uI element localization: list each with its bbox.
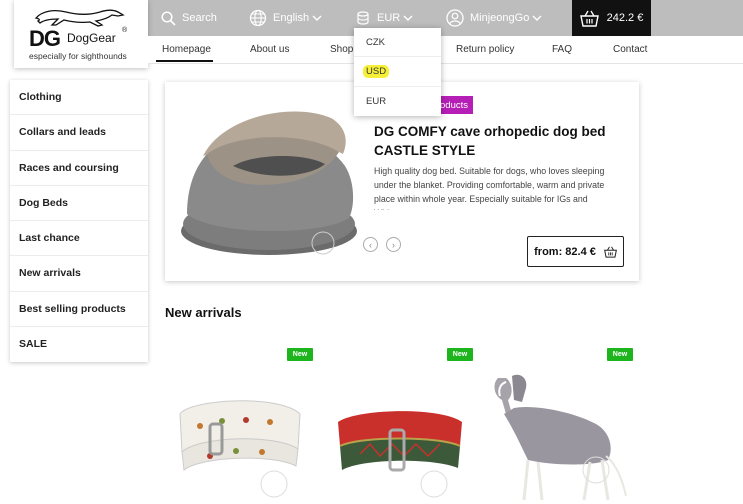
language-label: English bbox=[273, 12, 310, 24]
brand-mark: DG bbox=[29, 26, 61, 51]
category-sidebar: Clothing Collars and leads Races and cou… bbox=[10, 80, 148, 362]
chevron-right-icon: › bbox=[392, 239, 395, 250]
top-bar: Search English EUR MinjeongGo bbox=[148, 0, 743, 36]
new-badge: New bbox=[447, 348, 473, 361]
logo[interactable]: DG DogGear ® especially for sighthounds bbox=[14, 0, 148, 68]
chevron-down-icon bbox=[312, 15, 322, 21]
nav-contact[interactable]: Contact bbox=[613, 44, 647, 55]
currency-option-label: EUR bbox=[366, 95, 387, 107]
nav-faq[interactable]: FAQ bbox=[552, 44, 572, 55]
chevron-left-icon: ‹ bbox=[369, 239, 372, 250]
product-image-dog-coat[interactable] bbox=[484, 374, 634, 504]
category-last-chance[interactable]: Last chance bbox=[10, 221, 148, 257]
nav-active-indicator bbox=[156, 60, 213, 62]
product-image-collar-pattern[interactable] bbox=[170, 374, 310, 504]
category-best-selling[interactable]: Best selling products bbox=[10, 292, 148, 327]
brand-tagline: especially for sighthounds bbox=[29, 51, 127, 61]
chevron-down-icon bbox=[403, 15, 413, 21]
basket-icon bbox=[603, 246, 617, 258]
category-races-and-coursing[interactable]: Races and coursing bbox=[10, 151, 148, 186]
currency-label: EUR bbox=[377, 12, 401, 24]
new-badge: New bbox=[607, 348, 633, 361]
basket-icon bbox=[579, 10, 599, 27]
category-dog-beds[interactable]: Dog Beds bbox=[10, 186, 148, 221]
new-badge: New bbox=[287, 348, 313, 361]
product-title[interactable]: DG COMFY cave orhopedic dog bed CASTLE S… bbox=[374, 122, 629, 160]
category-clothing[interactable]: Clothing bbox=[10, 80, 148, 116]
carousel-prev-button[interactable]: ‹ bbox=[363, 237, 378, 252]
language-selector[interactable]: English bbox=[249, 0, 322, 36]
currency-option-eur[interactable]: EUR bbox=[354, 87, 441, 116]
category-sale[interactable]: SALE bbox=[10, 327, 148, 362]
currency-option-usd[interactable]: USD bbox=[354, 57, 441, 87]
currency-option-label: CZK bbox=[366, 36, 385, 48]
user-label: MinjeongGo bbox=[470, 12, 530, 24]
product-image-collar-red[interactable] bbox=[330, 374, 470, 504]
currency-dropdown: CZK USD EUR bbox=[354, 28, 441, 116]
globe-icon bbox=[249, 9, 267, 27]
currency-option-czk[interactable]: CZK bbox=[354, 28, 441, 58]
search-label: Search bbox=[182, 12, 217, 24]
main-nav: Homepage About us Shopp Return policy FA… bbox=[148, 36, 743, 64]
nav-about-us[interactable]: About us bbox=[250, 44, 289, 55]
search-button[interactable]: Search bbox=[161, 0, 217, 36]
chevron-down-icon bbox=[532, 15, 542, 21]
user-menu[interactable]: MinjeongGo bbox=[446, 0, 542, 36]
new-arrivals-heading: New arrivals bbox=[165, 305, 242, 320]
dog-bed-image[interactable] bbox=[173, 96, 363, 266]
registered-mark: ® bbox=[122, 27, 128, 34]
nav-return-policy[interactable]: Return policy bbox=[456, 44, 514, 55]
price-button[interactable]: from: 82.4 € bbox=[527, 236, 624, 267]
price-label: from: 82.4 € bbox=[534, 245, 596, 258]
product-description: High quality dog bed. Suitable for dogs,… bbox=[374, 166, 605, 210]
category-new-arrivals[interactable]: New arrivals bbox=[10, 256, 148, 292]
currency-option-label-highlighted: USD bbox=[363, 64, 390, 78]
nav-homepage[interactable]: Homepage bbox=[162, 44, 211, 55]
coins-icon bbox=[357, 11, 369, 25]
category-collars-and-leads[interactable]: Collars and leads bbox=[10, 115, 148, 151]
brand-name: DogGear bbox=[67, 31, 116, 45]
user-icon bbox=[446, 9, 464, 27]
carousel-next-button[interactable]: › bbox=[386, 237, 401, 252]
greyhound-logo-icon bbox=[34, 9, 125, 27]
cart-button[interactable]: 242.2 € bbox=[572, 0, 651, 36]
search-icon bbox=[161, 10, 176, 26]
cart-total: 242.2 € bbox=[606, 12, 644, 24]
